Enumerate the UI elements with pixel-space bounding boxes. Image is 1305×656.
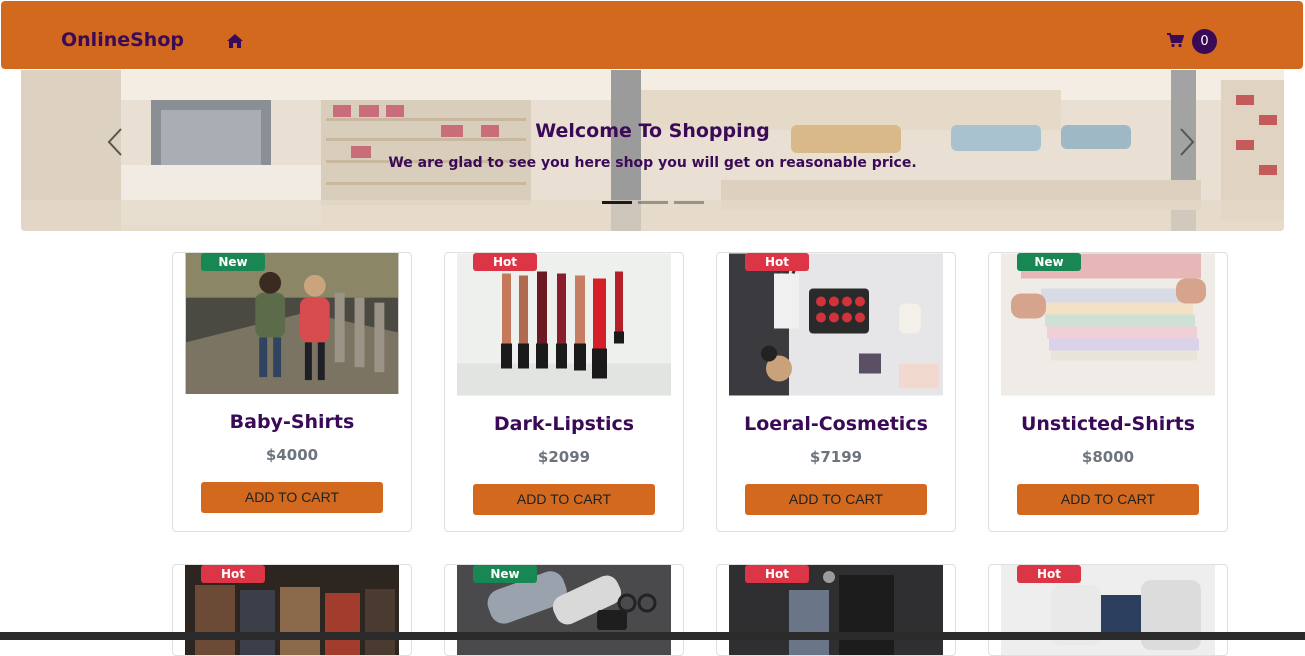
hot-badge: Hot xyxy=(745,565,809,583)
hero-carousel: Welcome To Shopping We are glad to see y… xyxy=(21,70,1284,231)
brand-logo[interactable]: OnlineShop xyxy=(61,29,184,51)
navbar: OnlineShop 0 xyxy=(1,1,1303,69)
cart-count-badge[interactable]: 0 xyxy=(1192,29,1217,54)
carousel-indicator-3[interactable] xyxy=(674,201,704,204)
add-to-cart-button[interactable]: ADD TO CART xyxy=(745,484,927,515)
shop-interior-image xyxy=(21,70,1284,231)
product-name: Baby-Shirts xyxy=(229,411,355,433)
product-image-baby-shirts[interactable] xyxy=(185,253,399,394)
product-image-unsticted-shirts[interactable] xyxy=(1001,253,1215,396)
product-name: Loeral-Cosmetics xyxy=(744,413,928,435)
new-badge: New xyxy=(473,565,537,583)
home-icon[interactable] xyxy=(226,33,244,49)
new-badge: New xyxy=(1017,253,1081,271)
product-card: New xyxy=(444,564,684,656)
product-card: Hot xyxy=(716,564,956,656)
hot-badge: Hot xyxy=(1017,565,1081,583)
hot-badge: Hot xyxy=(201,565,265,583)
os-taskbar xyxy=(0,632,1305,640)
product-card: Hot Loeral-Cosmetics $7199 ADD TO CART xyxy=(716,252,956,532)
product-card: New Unsticted-Shirts $8000 ADD TO CART xyxy=(988,252,1228,532)
product-name: Dark-Lipstics xyxy=(493,413,635,435)
product-price: $4000 xyxy=(265,446,319,464)
product-card: Hot xyxy=(172,564,412,656)
product-price: $8000 xyxy=(1081,448,1135,466)
product-card: Hot Dark-Lipstics $2099 ADD TO CART xyxy=(444,252,684,532)
carousel-title: Welcome To Shopping xyxy=(535,120,770,142)
hot-badge: Hot xyxy=(473,253,537,271)
carousel-indicator-2[interactable] xyxy=(638,201,668,204)
product-image-loeral-cosmetics[interactable] xyxy=(729,253,943,396)
hot-badge: Hot xyxy=(745,253,809,271)
product-name: Unsticted-Shirts xyxy=(1020,413,1196,435)
shopping-cart-icon[interactable] xyxy=(1166,32,1184,48)
add-to-cart-button[interactable]: ADD TO CART xyxy=(1017,484,1199,515)
carousel-subtitle: We are glad to see you here shop you wil… xyxy=(388,155,917,171)
product-price: $2099 xyxy=(537,448,591,466)
add-to-cart-button[interactable]: ADD TO CART xyxy=(201,482,383,513)
product-card: Hot xyxy=(988,564,1228,656)
new-badge: New xyxy=(201,253,265,271)
product-price: $7199 xyxy=(809,448,863,466)
add-to-cart-button[interactable]: ADD TO CART xyxy=(473,484,655,515)
product-card: New Baby-Shirts $4000 ADD TO CART xyxy=(172,252,412,532)
product-image-dark-lipstics[interactable] xyxy=(457,253,671,396)
carousel-indicator-1[interactable] xyxy=(602,201,632,204)
